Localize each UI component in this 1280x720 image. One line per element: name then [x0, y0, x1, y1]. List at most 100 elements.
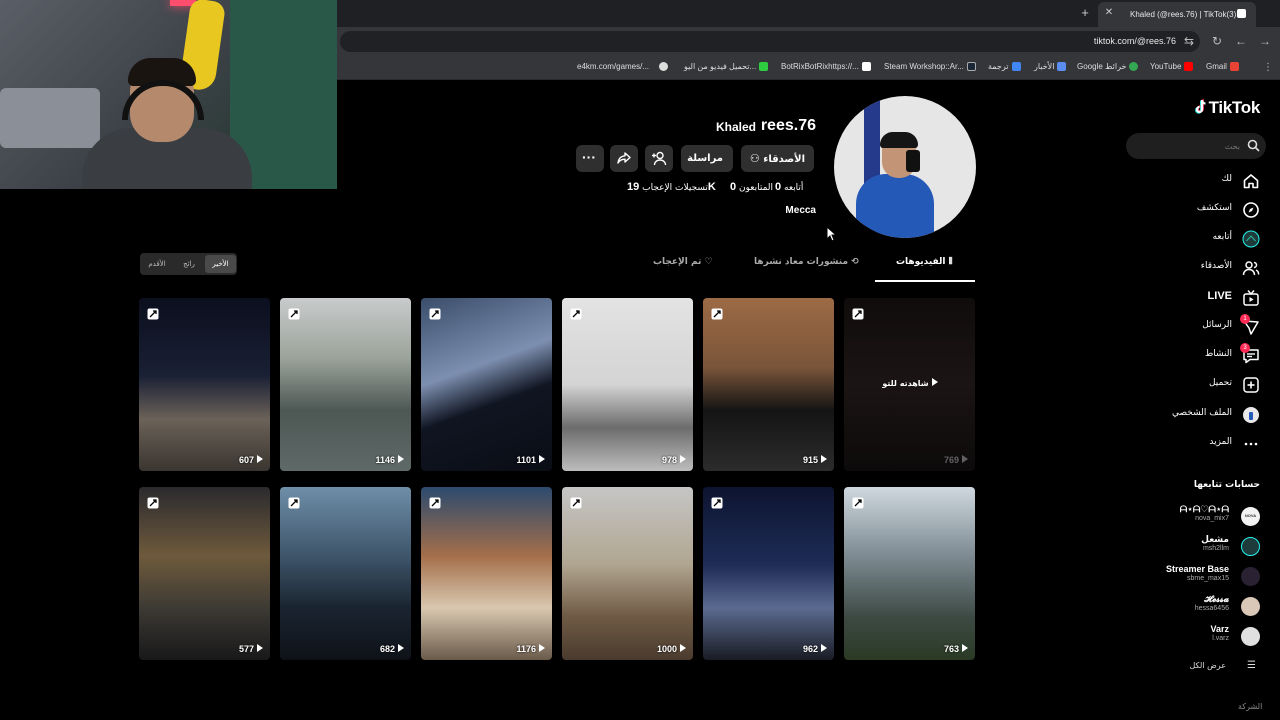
- sidebar-item-following-avatar[interactable]: أتابعه: [1150, 228, 1262, 250]
- view-count: 1101: [516, 455, 545, 465]
- followed-account[interactable]: 𝓗𝓮𝓼𝓼𝓪 hessa6456: [1130, 594, 1260, 620]
- sidebar-item-home[interactable]: لك: [1150, 170, 1262, 192]
- sidebar-item-profile[interactable]: الملف الشخصي: [1150, 404, 1262, 426]
- sidebar-item-label: النشاط: [1204, 349, 1232, 359]
- video-thumbnail[interactable]: 763: [844, 487, 975, 660]
- profile-bio: Mecca: [785, 205, 816, 216]
- site-settings-icon[interactable]: ⇆: [1181, 33, 1197, 49]
- profile-icon: [1242, 406, 1260, 424]
- avatar: [1241, 597, 1260, 616]
- webcam-overlay: [0, 0, 337, 189]
- image-post-icon: [570, 307, 582, 320]
- account-name: Varz: [1210, 624, 1229, 634]
- sidebar-item-messages[interactable]: الرسائل 1: [1150, 314, 1262, 338]
- message-button[interactable]: مراسلة: [681, 145, 733, 172]
- video-thumbnail[interactable]: 1000: [562, 487, 693, 660]
- avatar: NOVA: [1241, 507, 1260, 526]
- view-count-value: 1146: [375, 455, 395, 465]
- search-icon[interactable]: [1247, 139, 1260, 152]
- followers-stat[interactable]: المتابعون 0: [728, 181, 773, 195]
- active-tab-indicator: [875, 280, 975, 282]
- news-icon: [1057, 62, 1067, 72]
- share-button[interactable]: [610, 145, 638, 172]
- video-thumbnail[interactable]: 682: [280, 487, 411, 660]
- bookmark-item[interactable]: Steam Workshop::Ar...: [884, 60, 976, 74]
- new-tab-button[interactable]: +: [1077, 6, 1093, 22]
- account-handle: msh2llm: [1202, 545, 1229, 552]
- video-thumbnail[interactable]: 1101: [421, 298, 552, 471]
- profile-avatar[interactable]: [834, 96, 976, 238]
- video-thumbnail[interactable]: 607: [139, 298, 270, 471]
- bookmark-item[interactable]: YouTube: [1150, 60, 1194, 74]
- back-icon[interactable]: ←: [1233, 33, 1249, 49]
- bookmarks-overflow-icon[interactable]: ⋮: [1260, 60, 1276, 76]
- view-count-value: 962: [802, 644, 818, 654]
- sidebar-item-more[interactable]: المزيد: [1150, 433, 1262, 455]
- likes-stat: تسجيلات الإعجاب 19K: [627, 181, 716, 193]
- live-icon: [1242, 289, 1260, 307]
- sort-popular[interactable]: رائج: [174, 255, 204, 273]
- bookmark-item[interactable]: BotRixBotRixhttps://...: [781, 60, 871, 74]
- sidebar-item-compass[interactable]: استكشف: [1150, 199, 1262, 221]
- followed-account[interactable]: NOVA ᗩ⋆ᗩ♡ᗩ⋆ᗩ nova_mix7: [1130, 504, 1260, 530]
- forward-icon[interactable]: →: [1257, 33, 1273, 49]
- video-thumbnail[interactable]: 769 شاهدته للتو: [844, 298, 975, 471]
- video-thumbnail[interactable]: 962: [703, 487, 834, 660]
- sidebar-item-label: الملف الشخصي: [1172, 408, 1232, 418]
- home-icon: [1242, 172, 1260, 190]
- play-icon: [398, 455, 404, 463]
- image-post-icon: [429, 307, 441, 320]
- sidebar-item-upload[interactable]: تحميل: [1150, 374, 1262, 396]
- tiktok-logo[interactable]: TikTok: [1178, 98, 1260, 120]
- webcam-bed: [0, 88, 100, 148]
- account-handle: nova_mix7: [1195, 515, 1229, 522]
- sidebar-item-label: الرسائل: [1202, 320, 1232, 330]
- sidebar-item-live[interactable]: LIVE: [1150, 287, 1262, 309]
- view-count-value: 577: [238, 644, 254, 654]
- reload-icon[interactable]: ↻: [1209, 33, 1225, 49]
- search-input[interactable]: [1136, 138, 1240, 154]
- video-thumbnail[interactable]: 1146: [280, 298, 411, 471]
- tab-reposts[interactable]: منشورات معاد نشرها ⟲: [754, 257, 859, 275]
- sort-latest[interactable]: الأخير: [205, 255, 236, 273]
- image-post-icon: [711, 496, 723, 509]
- tab-liked[interactable]: تم الإعجاب ♡: [653, 257, 713, 275]
- bookmark-item[interactable]: الأخبار: [1034, 60, 1067, 74]
- play-icon: [931, 378, 938, 386]
- video-thumbnail[interactable]: 1176: [421, 487, 552, 660]
- notification-badge: 3: [1240, 343, 1250, 353]
- friends-button[interactable]: ⚇ الأصدقاء: [741, 145, 814, 172]
- video-thumbnail[interactable]: 915: [703, 298, 834, 471]
- video-thumbnail[interactable]: 577: [139, 487, 270, 660]
- bookmark-item[interactable]: Gmail: [1206, 60, 1239, 74]
- browser-tab[interactable]: Khaled (@rees.76) | TikTok(3): [1098, 2, 1256, 27]
- follow-user-button[interactable]: [645, 145, 673, 172]
- more-options-button[interactable]: ···: [576, 145, 604, 172]
- bookmark-item[interactable]: e4km.com/games/...: [577, 60, 649, 74]
- bookmark-item[interactable]: تحميل فيديو من اليو...: [684, 60, 769, 74]
- sidebar-item-activity[interactable]: النشاط 3: [1150, 343, 1262, 367]
- more-icon: [1242, 435, 1260, 453]
- sidebar-item-friends[interactable]: الأصدقاء: [1150, 257, 1262, 279]
- close-tab-icon[interactable]: ✕: [1102, 6, 1116, 20]
- avatar-body: [856, 174, 934, 238]
- sort-oldest[interactable]: الأقدم: [141, 255, 173, 273]
- image-post-icon: [852, 496, 864, 509]
- download-icon: [759, 62, 769, 72]
- followed-account[interactable]: Varz l.varz: [1130, 624, 1260, 650]
- url-text[interactable]: tiktok.com/@rees.76: [1030, 36, 1176, 48]
- video-thumbnail[interactable]: 978: [562, 298, 693, 471]
- see-all-link[interactable]: عرض الكل ☰: [1150, 660, 1260, 674]
- company-link[interactable]: الشركة: [1238, 702, 1262, 711]
- bookmark-item[interactable]: ترجمة: [988, 60, 1021, 74]
- sidebar-item-label: استكشف: [1196, 203, 1232, 213]
- tab-videos[interactable]: الفيديوهات ⦀: [896, 257, 954, 275]
- following-stat[interactable]: أتابعه 0: [775, 181, 803, 195]
- followed-account[interactable]: مشعل msh2llm: [1130, 534, 1260, 560]
- bookmark-item[interactable]: Google خرائط: [1077, 60, 1139, 74]
- bookmark-item[interactable]: [656, 60, 668, 74]
- image-post-icon: [429, 496, 441, 509]
- view-count: 962: [803, 644, 827, 654]
- play-icon: [539, 644, 545, 652]
- followed-account[interactable]: Streamer Base sbme_max15: [1130, 564, 1260, 590]
